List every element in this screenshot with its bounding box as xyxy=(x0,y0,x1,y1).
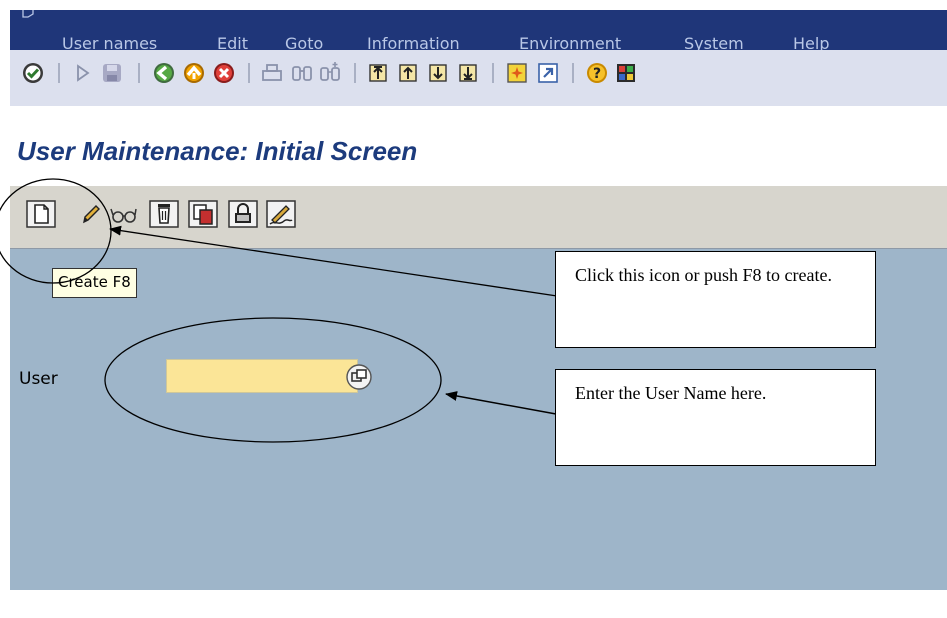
first-page-icon xyxy=(369,64,387,82)
back-arrow-icon xyxy=(154,63,174,83)
copy-button[interactable] xyxy=(188,200,218,228)
command-field-toggle[interactable] xyxy=(70,61,94,85)
exit-button[interactable] xyxy=(182,61,206,85)
toolbar-separator xyxy=(572,63,574,83)
display-button[interactable] xyxy=(108,200,138,228)
user-input[interactable] xyxy=(166,359,358,393)
standard-toolbar: ? xyxy=(10,50,947,107)
toolbar-separator xyxy=(248,63,250,83)
lock-unlock-button[interactable] xyxy=(228,200,258,228)
glasses-icon xyxy=(110,208,137,223)
application-toolbar xyxy=(10,186,947,249)
triangle-right-icon xyxy=(77,64,90,82)
toolbar-separator xyxy=(354,63,356,83)
enter-button[interactable] xyxy=(21,61,45,85)
padlock-icon xyxy=(228,200,258,228)
customize-layout-icon xyxy=(617,64,635,82)
printer-icon xyxy=(262,64,282,81)
last-page-icon xyxy=(459,64,477,82)
trash-can-icon xyxy=(149,200,179,228)
cancel-x-icon xyxy=(214,63,234,83)
copy-icon xyxy=(188,200,218,228)
user-callout-text: Enter the User Name here. xyxy=(575,383,767,403)
next-page-button[interactable] xyxy=(426,61,450,85)
change-password-button[interactable] xyxy=(266,200,296,228)
checkmark-icon xyxy=(23,63,43,83)
create-session-button[interactable] xyxy=(505,61,529,85)
back-button[interactable] xyxy=(152,61,176,85)
find-next-button[interactable] xyxy=(318,61,342,85)
value-help-button[interactable] xyxy=(346,364,372,390)
save-button[interactable] xyxy=(100,61,124,85)
new-document-icon xyxy=(26,200,56,228)
shortcut-button[interactable] xyxy=(536,61,560,85)
floppy-disk-icon xyxy=(103,64,121,82)
create-tooltip: Create F8 xyxy=(52,268,137,298)
find-button[interactable] xyxy=(290,61,314,85)
signature-pen-icon xyxy=(266,200,296,228)
toolbar-separator xyxy=(58,63,60,83)
menu-bar: User names Edit Goto Information Environ… xyxy=(10,10,947,53)
first-page-button[interactable] xyxy=(366,61,390,85)
cancel-button[interactable] xyxy=(212,61,236,85)
last-page-button[interactable] xyxy=(456,61,480,85)
create-button[interactable] xyxy=(26,200,56,228)
title-area: User Maintenance: Initial Screen xyxy=(10,106,947,186)
print-button[interactable] xyxy=(260,61,284,85)
page-title: User Maintenance: Initial Screen xyxy=(17,136,418,166)
toolbar-separator xyxy=(492,63,494,83)
shortcut-icon xyxy=(538,63,558,83)
up-arrow-icon xyxy=(184,63,204,83)
delete-button[interactable] xyxy=(149,200,179,228)
user-label: User xyxy=(19,369,58,389)
window-menu-icon[interactable] xyxy=(22,10,36,20)
svg-text:?: ? xyxy=(593,66,601,82)
previous-page-button[interactable] xyxy=(396,61,420,85)
create-session-icon xyxy=(507,63,527,83)
next-page-icon xyxy=(429,64,447,82)
binoculars-icon xyxy=(292,66,312,81)
toolbar-separator xyxy=(138,63,140,83)
binoculars-plus-icon xyxy=(320,62,340,81)
previous-page-icon xyxy=(399,64,417,82)
create-callout-box: Click this icon or push F8 to create. xyxy=(555,251,876,348)
pencil-icon xyxy=(83,205,100,224)
help-button[interactable]: ? xyxy=(585,61,609,85)
help-question-icon: ? xyxy=(587,63,607,83)
customize-layout-button[interactable] xyxy=(614,61,638,85)
user-callout-box: Enter the User Name here. xyxy=(555,369,876,466)
change-button[interactable] xyxy=(76,200,106,228)
create-callout-text: Click this icon or push F8 to create. xyxy=(575,265,832,285)
